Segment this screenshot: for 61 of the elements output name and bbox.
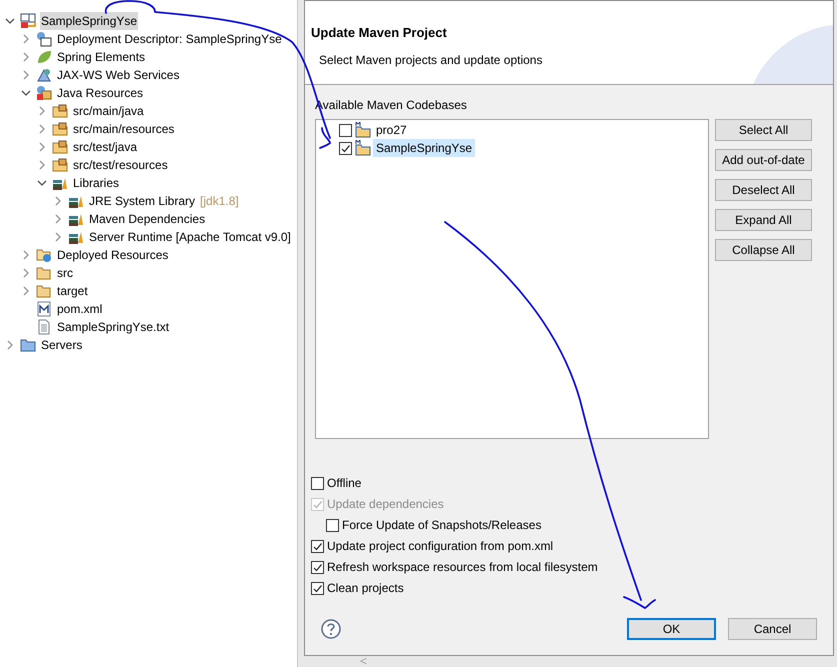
tree-item[interactable]: Deployment Descriptor: SampleSpringYse — [56, 30, 283, 48]
package-folder-icon — [52, 139, 68, 155]
checkbox[interactable] — [339, 124, 352, 136]
checkbox[interactable] — [311, 560, 324, 574]
side-button[interactable]: Add out-of-date — [715, 149, 812, 171]
codebase-list[interactable]: pro27 SampleSpringYse — [315, 119, 709, 439]
codebase-item[interactable]: pro27 — [373, 121, 410, 139]
leaf-icon — [36, 49, 52, 65]
side-button[interactable]: Deselect All — [715, 179, 812, 201]
tree-item[interactable]: JRE System Library — [88, 192, 196, 210]
tree-item[interactable]: Maven Dependencies — [88, 210, 206, 228]
folder-icon — [36, 265, 52, 281]
option-label: Update dependencies — [327, 496, 444, 513]
side-button[interactable]: Collapse All — [715, 239, 812, 261]
option-label[interactable]: Clean projects — [327, 579, 404, 597]
web-service-icon — [36, 67, 52, 83]
checkbox[interactable] — [311, 476, 324, 490]
tree-item[interactable]: Deployed Resources — [56, 246, 170, 264]
side-button[interactable]: Select All — [715, 119, 812, 141]
tree-item[interactable]: Libraries — [72, 174, 120, 192]
tree-item[interactable]: src/test/resources — [72, 156, 169, 174]
xml-file-icon — [36, 301, 52, 317]
dialog-subtitle: Select Maven projects and update options — [319, 52, 544, 68]
side-button[interactable]: Expand All — [715, 209, 812, 231]
globe-folder-icon — [36, 247, 52, 263]
project-icon — [20, 13, 36, 29]
codebase-item[interactable]: SampleSpringYse — [373, 139, 476, 157]
ok-button[interactable]: OK — [627, 618, 716, 640]
tree-item[interactable]: src/test/java — [72, 138, 138, 156]
package-folder-icon — [52, 157, 68, 173]
tree-item[interactable]: SampleSpringYse — [40, 12, 138, 30]
help-icon[interactable] — [321, 619, 341, 639]
tree-item[interactable]: pom.xml — [56, 300, 104, 318]
tree-item[interactable]: Java Resources — [56, 84, 144, 102]
tree-item[interactable]: src — [56, 264, 74, 282]
tree-item[interactable]: JAX-WS Web Services — [56, 66, 180, 84]
checkbox[interactable] — [311, 540, 324, 552]
option-label[interactable]: Refresh workspace resources from local filesystem — [327, 558, 598, 576]
checkbox[interactable] — [311, 582, 324, 594]
tree-item[interactable]: Spring Elements — [56, 48, 146, 66]
package-folder-icon — [52, 121, 68, 137]
option-label[interactable]: Offline — [327, 474, 362, 492]
decoration-label: [jdk1.8] — [200, 193, 239, 210]
folder-icon — [36, 283, 52, 299]
maven-folder-icon — [355, 122, 371, 138]
tree-item[interactable]: Server Runtime [Apache Tomcat v9.0] — [88, 228, 292, 246]
tree-item[interactable]: src/main/resources — [72, 120, 176, 138]
java-resources-icon — [36, 85, 52, 101]
folder-icon — [20, 337, 36, 353]
checkbox[interactable] — [339, 142, 352, 154]
tree-item[interactable]: target — [56, 282, 89, 300]
package-folder-icon — [52, 103, 68, 119]
dialog-heading: Update Maven Project — [311, 24, 448, 42]
descriptor-icon — [36, 31, 52, 47]
tree-item[interactable]: Servers — [40, 336, 84, 354]
tree-item[interactable]: src/main/java — [72, 102, 145, 120]
text-file-icon — [36, 319, 52, 335]
tree-item[interactable]: SampleSpringYse.txt — [56, 318, 170, 336]
maven-folder-icon — [355, 140, 371, 156]
dialog-button[interactable]: Cancel — [728, 618, 817, 640]
option-label[interactable]: Update project configuration from pom.xml — [327, 537, 554, 555]
